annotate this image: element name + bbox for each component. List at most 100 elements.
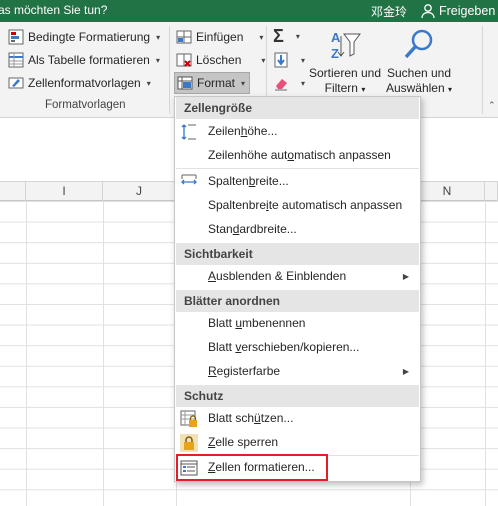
autofit-row-post: matisch anpassen: [294, 148, 391, 162]
person-icon: [421, 4, 435, 19]
magnifier-icon: [404, 29, 433, 59]
menu-item-protect-sheet[interactable]: Blatt schützen...: [176, 407, 419, 430]
sigma-icon: Σ: [273, 25, 284, 46]
sort-filter-button[interactable]: AZ Sortieren und Filtern ▾: [306, 28, 384, 97]
section-header-protection: Schutz: [176, 385, 419, 407]
menu-item-autofit-row-height[interactable]: Zeilenhöhe automatisch anpassen: [176, 144, 419, 167]
chevron-down-icon: ▾: [156, 32, 161, 42]
user-name[interactable]: 邓金玲: [371, 3, 407, 20]
delete-icon: [176, 53, 192, 67]
conditional-formatting-icon: [8, 29, 24, 45]
menu-item-move-copy-sheet[interactable]: Blatt verschieben/kopieren...: [176, 336, 419, 359]
column-width-post: reite...: [255, 174, 289, 188]
tab-color-key: R: [208, 364, 217, 378]
menu-item-row-height[interactable]: Zeilenhöhe...: [176, 120, 419, 143]
cell-styles-button[interactable]: Zellenformatvorlagen ▾: [8, 73, 151, 93]
hide-unhide-key: A: [208, 269, 217, 283]
insert-icon: [176, 30, 192, 44]
protect-sheet-icon: [180, 410, 197, 427]
column-width-icon: [181, 174, 197, 185]
default-width-pre: Stan: [208, 222, 233, 236]
row-height-post: öhe...: [247, 124, 278, 138]
menu-item-lock-cell[interactable]: Zelle sperren: [176, 431, 419, 454]
chevron-down-icon: ▾: [295, 31, 300, 41]
eraser-icon: [275, 79, 287, 91]
find-select-label-1: Suchen und: [386, 66, 452, 80]
format-dropdown-menu: Zellengröße Zeilenhöhe... Zeilenhöhe aut…: [174, 96, 421, 482]
tell-me-box[interactable]: as möchten Sie tun?: [0, 3, 107, 17]
column-header[interactable]: [485, 182, 498, 201]
insert-button[interactable]: Einfügen ▾: [176, 27, 263, 47]
column-header-i[interactable]: I: [26, 182, 103, 201]
lock-cell-post: elle sperren: [215, 435, 279, 449]
format-label: Format: [197, 76, 236, 90]
column-width-pre: Spalten: [208, 174, 249, 188]
svg-text:Z: Z: [331, 46, 339, 61]
chevron-down-icon: ▾: [301, 78, 306, 88]
rename-pre: Blatt: [208, 316, 236, 330]
chevron-down-icon: ▾: [448, 85, 453, 94]
cell-styles-icon: [8, 77, 24, 89]
clear-button[interactable]: ▾: [273, 73, 305, 93]
conditional-formatting-button[interactable]: Bedingte Formatierung ▾: [8, 27, 160, 47]
column-header-n[interactable]: N: [410, 182, 485, 201]
default-width-post: ardbreite...: [239, 222, 297, 236]
group-divider: [169, 26, 170, 114]
chevron-down-icon: ▾: [241, 78, 246, 88]
hide-unhide-post: usblenden & Einblenden: [216, 269, 347, 283]
protect-sheet-key: ü: [254, 411, 261, 425]
section-header-cell-size: Zellengröße: [176, 97, 419, 119]
cell-styles-label: Zellenformatvorlagen: [28, 76, 141, 90]
share-label: Freigeben: [439, 4, 496, 18]
find-select-label-2: Auswählen: [385, 81, 445, 95]
format-as-table-button[interactable]: Als Tabelle formatieren ▾: [8, 50, 160, 70]
autofit-row-pre: Zeilenhöhe aut: [208, 148, 288, 162]
format-as-table-label: Als Tabelle formatieren: [28, 53, 150, 67]
table-icon: [8, 52, 24, 68]
move-copy-pre: Blatt: [208, 340, 236, 354]
submenu-arrow-icon: ▶: [402, 272, 409, 281]
column-header-j[interactable]: J: [103, 182, 176, 201]
submenu-arrow-icon: ▶: [402, 367, 409, 376]
lock-icon: [180, 434, 198, 452]
menu-item-tab-color[interactable]: Registerfarbe ▶: [176, 360, 419, 383]
grid-line: [103, 201, 104, 506]
menu-item-column-width[interactable]: Spaltenbreite...: [176, 170, 419, 193]
column-header[interactable]: [0, 182, 26, 201]
collapse-ribbon-icon[interactable]: ⌃: [488, 100, 496, 111]
rename-post: mbenennen: [242, 316, 306, 330]
fill-down-icon: [274, 52, 288, 68]
grid-line: [485, 201, 486, 506]
menu-item-hide-unhide[interactable]: Ausblenden & Einblenden ▶: [176, 265, 419, 288]
section-header-organize-sheets: Blätter anordnen: [176, 290, 419, 312]
fill-button[interactable]: ▾: [273, 50, 305, 70]
menu-item-rename-sheet[interactable]: Blatt umbenennen: [176, 312, 419, 335]
protect-sheet-pre: Blatt sch: [208, 411, 255, 425]
chevron-down-icon: ▾: [261, 55, 266, 65]
highlight-box: [176, 454, 328, 481]
share-button[interactable]: Freigeben: [420, 1, 495, 21]
menu-separator: [176, 168, 419, 169]
section-header-visibility: Sichtbarkeit: [176, 243, 419, 265]
format-icon: [177, 76, 193, 90]
title-bar: as möchten Sie tun? 邓金玲 Freigeben: [0, 0, 498, 22]
sort-filter-label-1: Sortieren und: [308, 66, 382, 80]
format-button[interactable]: Format ▾: [174, 72, 251, 94]
find-select-button[interactable]: Suchen und Auswählen ▾: [384, 28, 454, 97]
menu-item-autofit-column-width[interactable]: Spaltenbreite automatisch anpassen: [176, 194, 419, 217]
autosum-button[interactable]: Σ ▾: [273, 26, 300, 46]
row-height-icon: [181, 124, 196, 140]
chevron-down-icon: ▾: [301, 55, 306, 65]
menu-item-default-width[interactable]: Standardbreite...: [176, 218, 419, 241]
tab-color-post: egisterfarbe: [216, 364, 281, 378]
row-height-pre: Zeilen: [208, 124, 241, 138]
sort-filter-label-2: Filtern: [324, 81, 358, 95]
conditional-formatting-label: Bedingte Formatierung: [28, 30, 151, 44]
move-copy-post: erschieben/kopieren...: [241, 340, 360, 354]
insert-label: Einfügen: [196, 30, 244, 44]
grid-line: [26, 201, 27, 506]
chevron-down-icon: ▾: [361, 85, 366, 94]
group-divider: [482, 26, 483, 114]
delete-button[interactable]: Löschen ▾: [176, 50, 265, 70]
delete-label: Löschen: [196, 53, 242, 67]
